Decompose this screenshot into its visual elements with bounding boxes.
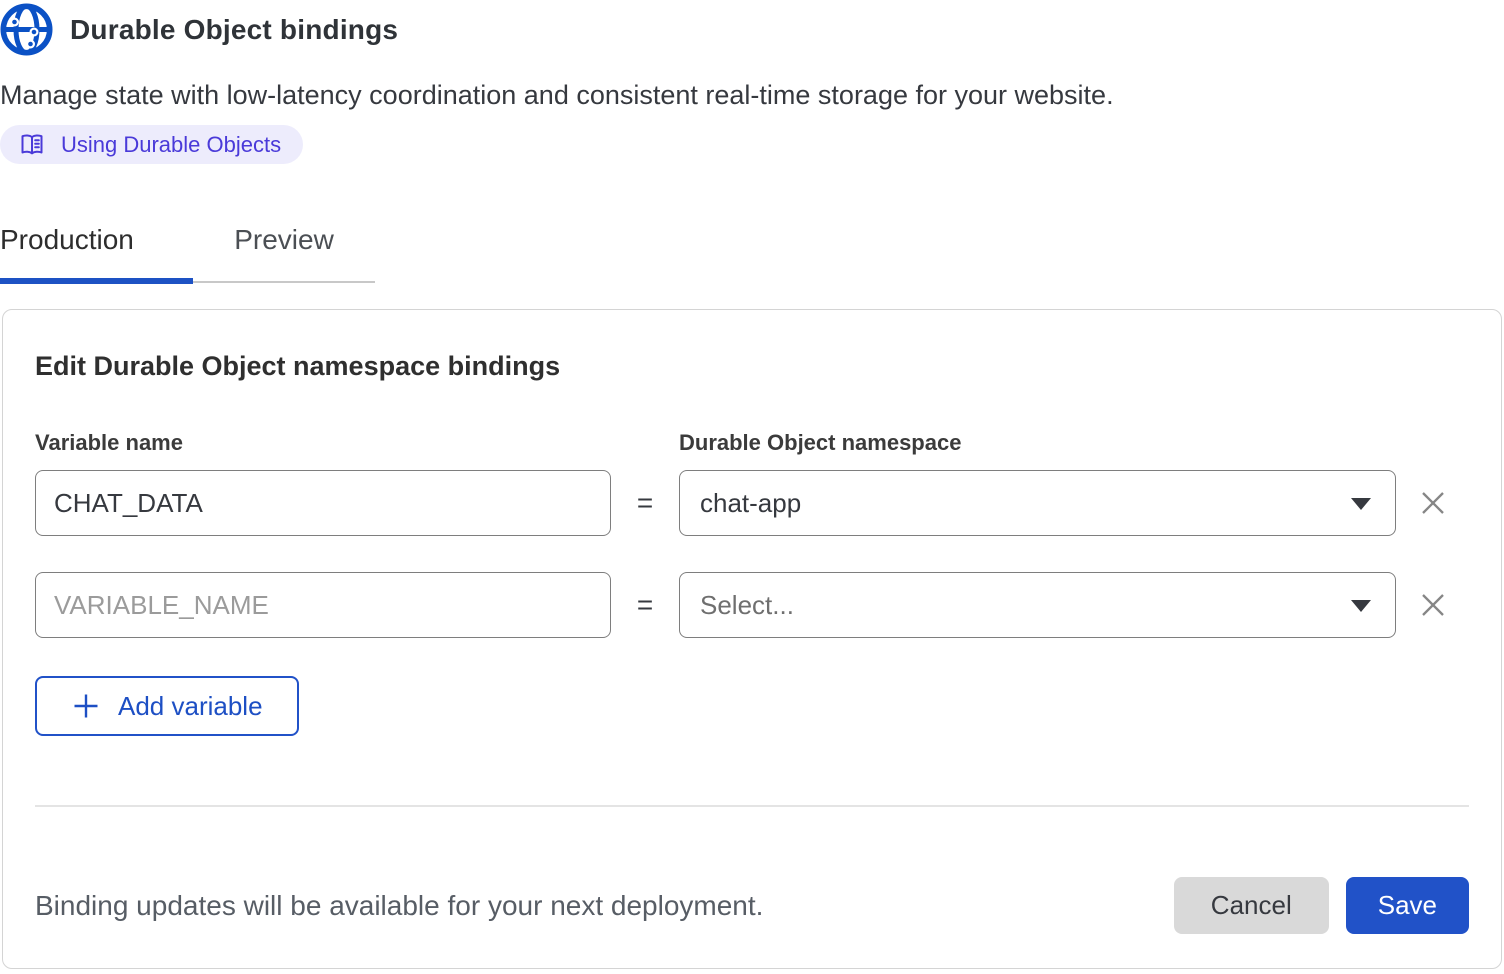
remove-binding-button[interactable] <box>1413 483 1453 523</box>
footer-divider <box>35 805 1469 807</box>
variable-name-input[interactable] <box>35 470 611 536</box>
column-labels: Variable name Durable Object namespace <box>35 430 1469 456</box>
binding-row: = chat-app <box>35 470 1469 536</box>
x-icon <box>1417 589 1449 621</box>
caret-down-icon <box>1351 498 1371 510</box>
docs-link-badge[interactable]: Using Durable Objects <box>0 125 303 164</box>
page-header: Durable Object bindings <box>0 0 1504 56</box>
add-variable-label: Add variable <box>118 691 263 722</box>
docs-link-label: Using Durable Objects <box>61 132 281 158</box>
tab-preview[interactable]: Preview <box>193 224 375 284</box>
footer-actions: Cancel Save <box>1174 877 1469 934</box>
page-title: Durable Object bindings <box>70 14 398 46</box>
namespace-select[interactable]: Select... <box>679 572 1396 638</box>
namespace-select-value: chat-app <box>700 488 801 519</box>
namespace-select-value: Select... <box>700 590 794 621</box>
bindings-card: Edit Durable Object namespace bindings V… <box>2 309 1502 969</box>
equals-sign: = <box>611 589 679 621</box>
plus-icon <box>71 691 101 721</box>
environment-tabs: Production Preview <box>0 224 1504 284</box>
binding-row: = Select... <box>35 572 1469 638</box>
caret-down-icon <box>1351 600 1371 612</box>
remove-binding-button[interactable] <box>1413 585 1453 625</box>
add-variable-button[interactable]: Add variable <box>35 676 299 736</box>
namespace-label: Durable Object namespace <box>679 430 1396 456</box>
open-book-icon <box>18 131 46 159</box>
durable-objects-globe-icon <box>0 3 53 56</box>
variable-name-input[interactable] <box>35 572 611 638</box>
card-heading: Edit Durable Object namespace bindings <box>35 350 1469 382</box>
variable-name-label: Variable name <box>35 430 611 456</box>
page-description: Manage state with low-latency coordinati… <box>0 80 1504 111</box>
card-footer: Binding updates will be available for yo… <box>35 877 1469 934</box>
cancel-button[interactable]: Cancel <box>1174 877 1329 934</box>
tab-production[interactable]: Production <box>0 224 193 284</box>
equals-sign: = <box>611 487 679 519</box>
namespace-select[interactable]: chat-app <box>679 470 1396 536</box>
save-button[interactable]: Save <box>1346 877 1469 934</box>
deployment-note: Binding updates will be available for yo… <box>35 890 763 922</box>
x-icon <box>1417 487 1449 519</box>
